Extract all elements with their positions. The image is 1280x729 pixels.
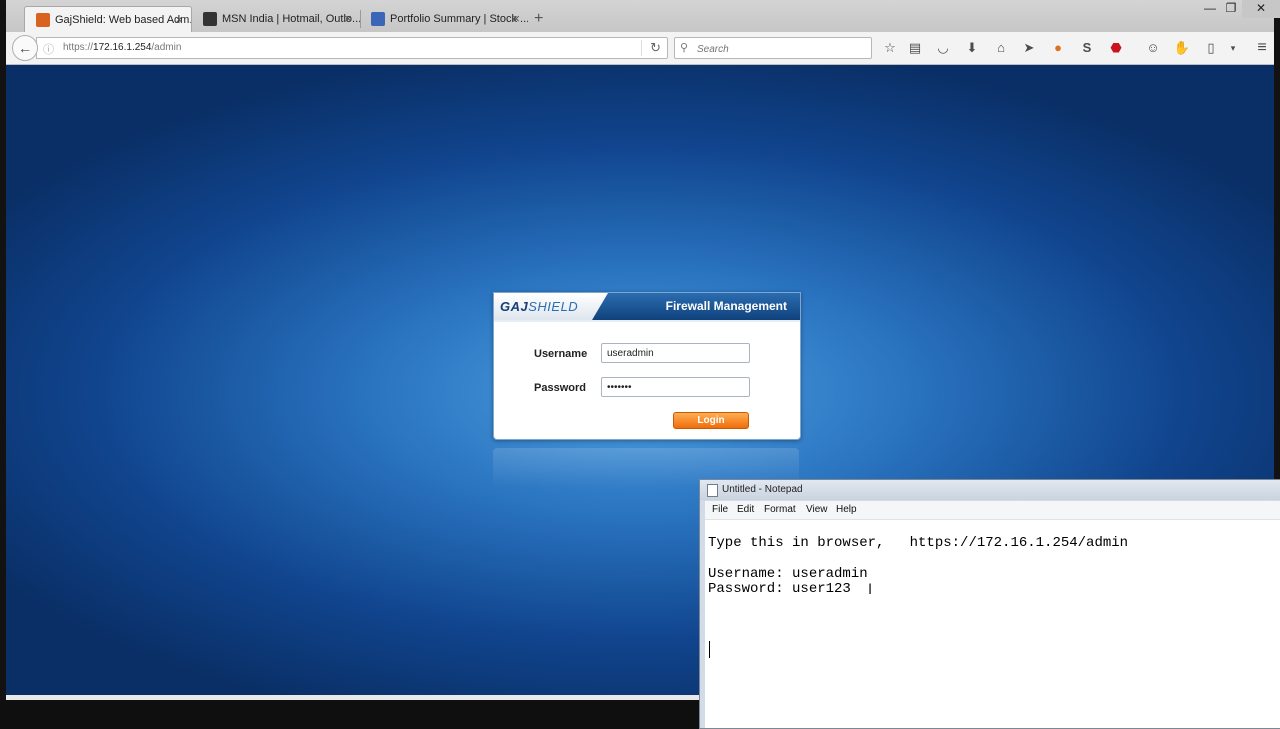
password-label: Password bbox=[534, 382, 586, 394]
login-panel: GAJSHIELD Firewall Management Username P… bbox=[493, 292, 801, 440]
menu-file[interactable]: File bbox=[712, 504, 728, 515]
hamburger-menu-icon[interactable]: ≡ bbox=[1252, 38, 1272, 58]
gajshield-logo: GAJSHIELD bbox=[494, 293, 608, 320]
notepad-title: Untitled - Notepad bbox=[722, 484, 803, 495]
msn-favicon-icon bbox=[203, 12, 217, 26]
adblock-plus-icon[interactable]: ⬣ bbox=[1106, 38, 1126, 58]
url-bar[interactable]: ⓘ https://172.16.1.254/admin ↻ bbox=[36, 37, 668, 59]
back-button[interactable]: ← bbox=[12, 35, 38, 61]
password-input[interactable] bbox=[601, 377, 750, 397]
search-bar[interactable]: ⚲ bbox=[674, 37, 872, 59]
menu-view[interactable]: View bbox=[806, 504, 828, 515]
tab-gajshield[interactable]: GajShield: Web based Adm... × bbox=[24, 6, 192, 32]
notepad-titlebar[interactable]: Untitled - Notepad bbox=[700, 480, 1280, 500]
text-line: Password: user123 bbox=[708, 581, 851, 597]
tab-close-icon[interactable]: × bbox=[344, 6, 352, 32]
search-icon: ⚲ bbox=[680, 42, 689, 54]
maximize-button[interactable]: ❐ bbox=[1219, 0, 1243, 18]
home-icon[interactable]: ⌂ bbox=[991, 38, 1011, 58]
new-tab-button[interactable]: + bbox=[534, 6, 543, 32]
url-text: https://172.16.1.254/admin bbox=[63, 42, 182, 53]
username-label: Username bbox=[534, 348, 588, 360]
extension-icon[interactable]: ✋ bbox=[1172, 38, 1192, 58]
menu-edit[interactable]: Edit bbox=[737, 504, 754, 515]
tab-label: Portfolio Summary | Stock ... bbox=[390, 13, 528, 25]
tab-msn[interactable]: MSN India | Hotmail, Outlo... × bbox=[192, 6, 360, 32]
tab-label: GajShield: Web based Adm... bbox=[55, 14, 192, 26]
duckduckgo-icon[interactable]: ● bbox=[1048, 38, 1068, 58]
notepad-icon bbox=[707, 484, 718, 497]
username-input[interactable] bbox=[601, 343, 750, 363]
text-line: Username: useradmin bbox=[708, 566, 868, 582]
bookmark-star-icon[interactable]: ☆ bbox=[880, 38, 900, 58]
login-button[interactable]: Login bbox=[673, 412, 749, 429]
notepad-text-area[interactable]: Type this in browser, https://172.16.1.2… bbox=[705, 520, 1280, 728]
overflow-icon[interactable]: ▾ bbox=[1223, 38, 1243, 58]
logo-text: GAJSHIELD bbox=[500, 299, 579, 314]
tab-strip: GajShield: Web based Adm... × MSN India … bbox=[6, 0, 1280, 33]
menu-help[interactable]: Help bbox=[836, 504, 857, 515]
login-title: Firewall Management bbox=[665, 299, 787, 313]
pocket-icon[interactable]: ◡ bbox=[933, 38, 953, 58]
portfolio-favicon-icon bbox=[371, 12, 385, 26]
site-info-icon[interactable]: ⓘ bbox=[43, 41, 54, 57]
tab-close-icon[interactable]: × bbox=[512, 6, 520, 32]
navigation-bar: ⓘ https://172.16.1.254/admin ↻ ← ⚲ ☆ ▤ ◡… bbox=[6, 32, 1274, 65]
menu-format[interactable]: Format bbox=[764, 504, 796, 515]
text-caret bbox=[709, 641, 710, 658]
text-line: Type this in browser, https://172.16.1.2… bbox=[708, 535, 1129, 551]
clipboard-icon[interactable]: ▯ bbox=[1201, 38, 1221, 58]
chat-icon[interactable]: ☺ bbox=[1143, 38, 1163, 58]
notepad-menubar: File Edit Format View Help bbox=[705, 501, 1280, 520]
login-header: GAJSHIELD Firewall Management bbox=[494, 293, 800, 320]
ibeam-cursor-icon: I bbox=[868, 582, 873, 598]
send-icon[interactable]: ➤ bbox=[1019, 38, 1039, 58]
reading-list-icon[interactable]: ▤ bbox=[905, 38, 925, 58]
back-arrow-icon: ← bbox=[18, 40, 32, 56]
notepad-window: Untitled - Notepad File Edit Format View… bbox=[699, 479, 1280, 729]
download-icon[interactable]: ⬇ bbox=[962, 38, 982, 58]
header-divider bbox=[494, 320, 800, 322]
s-extension-icon[interactable]: S bbox=[1077, 38, 1097, 58]
search-input[interactable] bbox=[695, 40, 869, 58]
tab-close-icon[interactable]: × bbox=[175, 7, 183, 32]
tab-label: MSN India | Hotmail, Outlo... bbox=[222, 13, 360, 25]
reload-icon[interactable]: ↻ bbox=[641, 40, 661, 56]
gajshield-favicon-icon bbox=[36, 13, 50, 27]
tab-portfolio[interactable]: Portfolio Summary | Stock ... × bbox=[360, 6, 528, 32]
close-button[interactable]: ✕ bbox=[1242, 0, 1280, 18]
